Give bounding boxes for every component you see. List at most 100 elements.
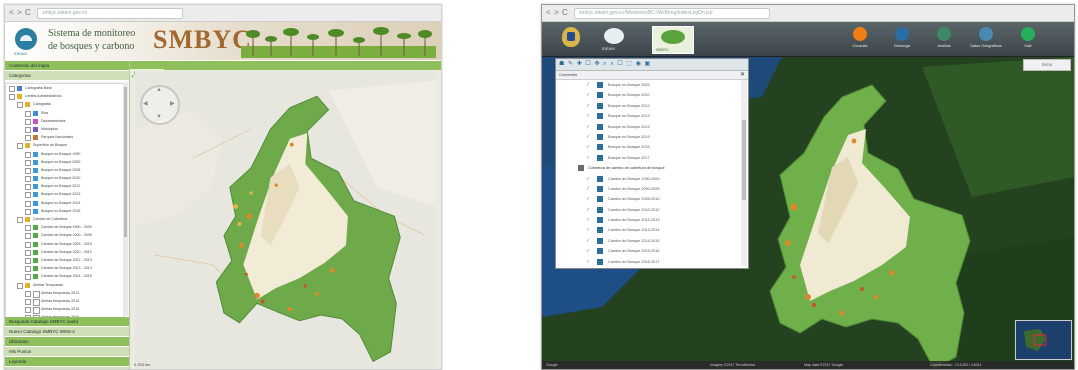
header-button[interactable]: Consulta [840,27,880,48]
forward-button[interactable]: > [554,8,559,18]
reload-button[interactable]: C [562,8,568,18]
layer-tree-item[interactable]: Superficie de Bosque [6,141,123,150]
layer-list-item[interactable]: ✓ Cambio de Bosque 1990-2000 [556,174,739,184]
layer-checkbox[interactable] [9,94,15,101]
layer-tree-item[interactable]: Bosque no Bosque 2015 [6,207,123,215]
back-button[interactable]: < [9,8,14,18]
layer-list-item[interactable]: ✓ Bosque no Bosque 2017 [556,153,739,163]
accordion-panel-header[interactable]: Nuevo Catalogo SMBYC WMS-2 [5,327,129,337]
layer-checkbox[interactable] [25,307,31,314]
accordion-panel-header[interactable]: Ubicacion [5,337,129,347]
layer-tree-item[interactable]: Bosque no Bosque 2013 [6,190,123,199]
layer-checkbox[interactable] [25,192,31,199]
layer-checkbox[interactable] [25,151,31,158]
layer-checkbox[interactable] [17,217,23,223]
layer-checkbox[interactable] [25,225,31,232]
layer-tree-item[interactable]: Municipios [6,125,123,133]
accordion-panel-header[interactable]: Busqueda Catalogo SMBYC (web) [5,317,129,327]
layer-checkbox[interactable] [25,135,31,142]
layer-checkbox[interactable] [25,184,31,191]
accordion-panel-header[interactable]: Mis Puntos [5,347,129,357]
layer-checkbox[interactable] [25,200,31,207]
layer-checkbox[interactable] [25,126,31,133]
header-button[interactable]: Analisis [924,27,964,48]
layer-tree-item[interactable]: Bosque no Bosque 2012 [6,182,123,191]
layer-check-icon[interactable]: ✓ [586,228,590,233]
reload-button[interactable]: C [25,8,31,18]
layer-list-item[interactable]: ✓ Cambio de Bosque 2005-2010 [556,194,739,204]
pan-south-icon[interactable]: ▼ [156,114,162,120]
layer-list-item[interactable]: ✓ Cambio de Bosque 2010-2012 [556,205,739,215]
layer-tree-item[interactable]: Alertas Tempranas [6,281,123,289]
layer-tree-item[interactable]: Cambio de Bosque 2014 - 2015 [6,272,123,281]
layer-tree-item[interactable]: Cambio de Bosque 1990 - 2000 [6,223,123,232]
layer-check-icon[interactable]: ✓ [586,197,590,202]
layer-checkbox[interactable] [25,167,31,174]
address-bar[interactable]: smbyc.ideam.gov.co [37,8,183,19]
layer-tree-item[interactable]: Limites Administrativos [6,92,123,101]
layer-tree-item[interactable]: Bosque no Bosque 2014 [6,199,123,207]
header-button[interactable]: Descarga [882,27,922,48]
layer-checkbox[interactable] [17,102,23,109]
close-icon[interactable]: ✕ [740,71,745,79]
layer-checkbox[interactable] [25,266,31,273]
layer-check-icon[interactable]: ✓ [586,145,590,150]
layer-list-item[interactable]: ✓ Cambio de Bosque 2012-2013 [556,215,739,225]
home-button[interactable]: Inicio [1023,59,1071,71]
layer-list-scrollbar[interactable] [741,80,747,266]
forward-button[interactable]: > [17,8,22,18]
layer-tree-item[interactable]: Bosque no Bosque 1990 [6,150,123,158]
layer-check-icon[interactable]: ✓ [586,249,590,254]
layer-list-item[interactable]: ✓ Cambio de Bosque 2016-2017 [556,257,739,267]
layer-tree-item[interactable]: Cambio de Bosque 2012 - 2013 [6,256,123,264]
layer-tree-item[interactable]: Alertas tempranas 2014 [6,297,123,306]
layer-check-icon[interactable]: ✓ [586,124,590,129]
layer-check-icon[interactable]: ✓ [586,134,590,139]
layer-tree-item[interactable]: Alertas tempranas 2013 [6,289,123,298]
layer-checkbox[interactable] [25,257,31,264]
layer-checkbox[interactable] [25,290,31,297]
layer-tree-item[interactable]: Bosque no Bosque 2010 [6,174,123,183]
layer-check-icon[interactable]: ✓ [586,83,590,88]
layer-list-item[interactable]: ✓ Cambio de Bosque 2000-2005 [556,184,739,194]
layer-tree-scrollbar[interactable] [123,83,128,316]
layer-list-item[interactable]: ✓ Bosque no Bosque 2012 [556,101,739,111]
layer-tree-item[interactable]: Alertas tempranas 2015 [6,305,123,315]
header-button[interactable]: Datos Geograficos [966,27,1006,48]
layer-list-item[interactable]: ✓ Bosque no Bosque 2013 [556,111,739,121]
layer-tree-item[interactable]: Rios [6,109,123,117]
pan-east-icon[interactable]: ▶ [170,100,175,107]
map-view[interactable]: Contenido MapaHerramientasConsultasAyuda… [130,61,441,369]
layer-tree-item[interactable]: Bosque no Bosque 2005 [6,166,123,174]
overview-map[interactable] [1015,320,1072,360]
layer-list-item[interactable]: ✓ Bosque no Bosque 2005 [556,80,739,90]
layer-tree-item[interactable]: Bosque no Bosque 2000 [6,158,123,166]
layer-tree-item[interactable]: Cartografia Base [6,84,123,92]
layer-panel-toolbar[interactable]: ☗ ✎ ✚ ☐ ✥ ⌕ ⌕ ☐ ⬚ ◉ ▣ [556,59,748,71]
layer-check-icon[interactable]: ✓ [586,207,590,212]
layer-checkbox[interactable] [25,208,31,215]
layer-check-icon[interactable]: ✓ [586,155,590,160]
layer-check-icon[interactable]: ✓ [586,114,590,119]
address-bar[interactable]: smbyc.ideam.gov.co/MonitoreoBC-WEB/reg/i… [574,8,770,19]
layer-tree-item[interactable]: Parques Nacionales [6,133,123,142]
pan-control[interactable]: ▲ ▼ ◀ ▶ [140,85,180,125]
layer-check-icon[interactable]: ✓ [586,259,590,264]
layer-list-item[interactable]: ✓ Bosque no Bosque 2016 [556,142,739,152]
layer-tree-item[interactable]: Cambio de Cobertura [6,215,123,223]
layer-checkbox[interactable] [17,282,23,289]
layer-tree-item[interactable]: Departamentos [6,117,123,125]
layer-check-icon[interactable]: ✓ [586,218,590,223]
layer-check-icon[interactable]: ✓ [586,186,590,191]
layer-tree-item[interactable]: Cambio de Bosque 2010 - 2012 [6,248,123,256]
layer-checkbox[interactable] [9,86,15,92]
layer-check-icon[interactable]: ✓ [586,103,590,108]
layer-list-item[interactable]: ✓ Bosque no Bosque 2014 [556,122,739,132]
layer-list-item[interactable]: ✓ Cambio de Bosque 2014-2015 [556,236,739,246]
sidebar-subheader[interactable]: Categorias [5,71,129,81]
layer-list-item[interactable]: ✓ Cambio de Bosque 2015-2016 [556,246,739,256]
layer-tree-item[interactable]: Cambio de Bosque 2013 - 2014 [6,264,123,273]
layer-checkbox[interactable] [25,249,31,256]
pan-north-icon[interactable]: ▲ [156,87,162,93]
layer-checkbox[interactable] [25,298,31,305]
